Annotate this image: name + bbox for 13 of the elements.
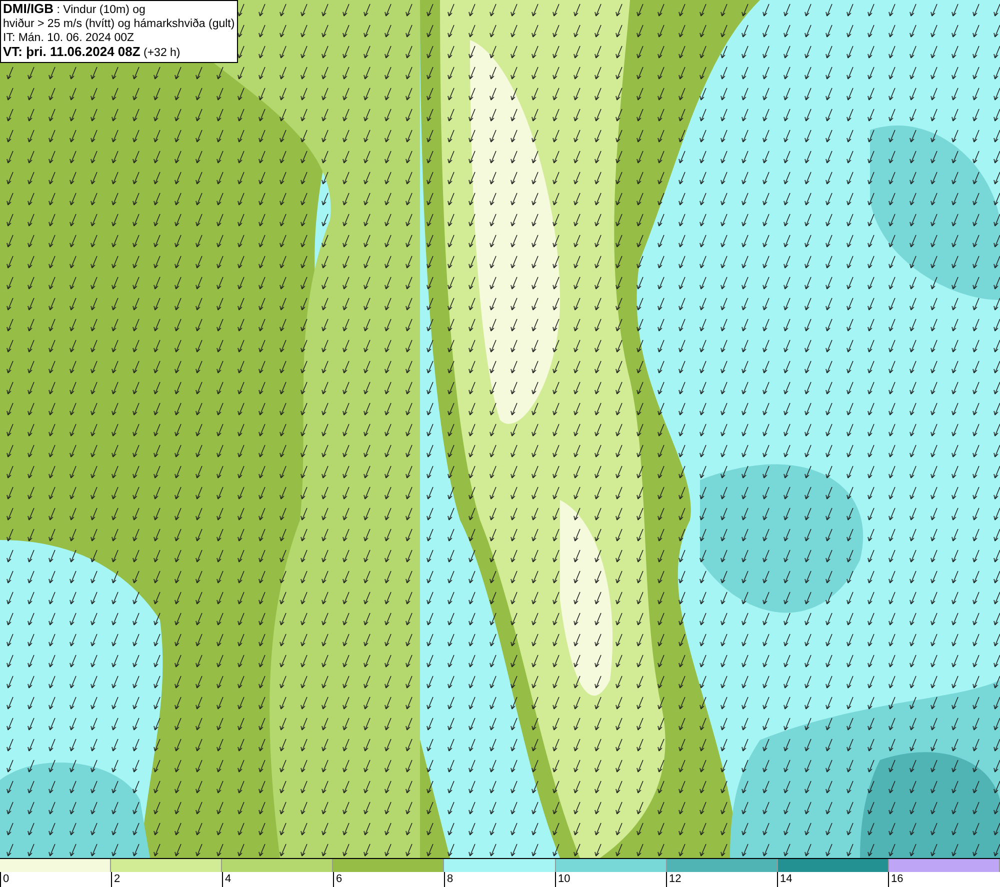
- info-text: VT: þri. 11.06.2024 08Z (+32 h): [3, 45, 182, 60]
- legend-tick-label: 8: [444, 872, 555, 887]
- legend-tick-label: 6: [333, 872, 444, 887]
- legend-tick-label: 2: [111, 872, 222, 887]
- legend-tick-label: 14: [777, 872, 888, 887]
- legend-tick-label: 10: [555, 872, 666, 887]
- info-text: IT: Mán. 10. 06. 2024 00Z: [3, 31, 136, 45]
- info-text: hviður > 25 m/s (hvítt) og hámarkshviða (gult): [3, 17, 235, 31]
- legend-tick-label: 4: [222, 872, 333, 887]
- info-text: DMI/IGB : Vindur (10m) og: [3, 2, 146, 17]
- legend-tick-label: 16: [888, 872, 999, 887]
- legend-tick-label: 0: [0, 872, 111, 887]
- legend-tick-label: 12: [666, 872, 777, 887]
